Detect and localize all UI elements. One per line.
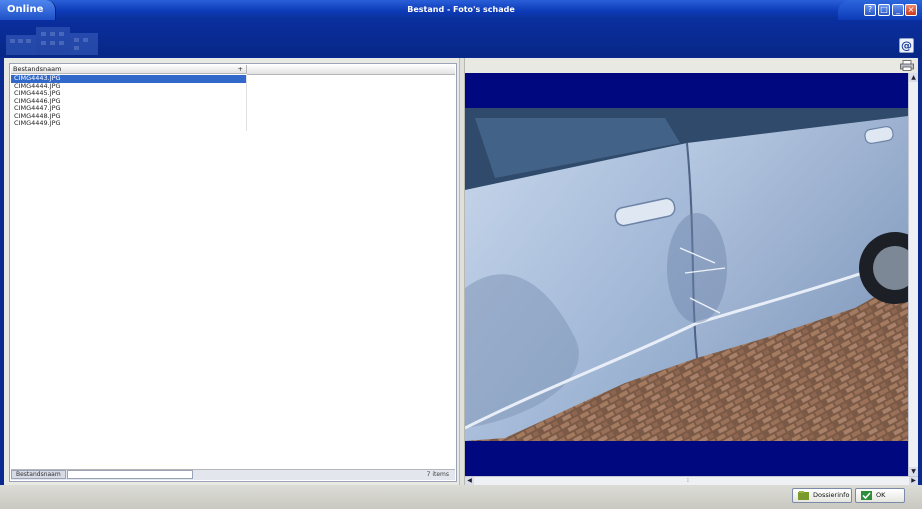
image-viewer[interactable] <box>465 73 908 476</box>
sort-indicator-icon: + <box>237 65 243 73</box>
filter-input[interactable] <box>67 470 193 479</box>
ok-label: OK <box>876 491 886 499</box>
viewer-toolbar <box>465 58 918 72</box>
restore-button[interactable]: □ <box>878 4 890 16</box>
filter-field-label: Bestandsnaam <box>11 470 66 479</box>
scroll-up-icon[interactable]: ▲ <box>909 73 918 82</box>
minimize-button[interactable]: _ <box>892 4 904 16</box>
column-divider <box>246 75 247 131</box>
horizontal-scrollbar[interactable]: ◀ ⁝ ▶ <box>465 476 918 485</box>
app-name-tab[interactable]: Online Pro <box>0 0 56 35</box>
file-list: CIMG4443.JPG CIMG4444.JPG CIMG4445.JPG C… <box>11 74 246 128</box>
damage-photo <box>465 108 908 441</box>
printer-icon[interactable] <box>900 60 914 71</box>
list-footer: Bestandsnaam 7 items <box>11 469 455 480</box>
dossier-info-label: Dossierinfo <box>813 491 850 499</box>
item-count: 7 items <box>426 471 449 478</box>
folder-icon <box>798 491 809 500</box>
scroll-grip-icon[interactable]: ⁝ <box>687 477 689 485</box>
column-header-label: Bestandsnaam <box>13 65 62 73</box>
scroll-right-icon[interactable]: ▶ <box>909 477 918 485</box>
help-button[interactable]: ? <box>864 4 876 16</box>
vertical-scrollbar[interactable]: ▲ ▼ <box>908 73 918 476</box>
email-at-button[interactable]: @ <box>899 38 914 53</box>
window-title: Bestand - Foto's schade <box>407 5 515 14</box>
column-header-filename[interactable]: Bestandsnaam + <box>11 65 247 74</box>
list-item[interactable]: CIMG4449.JPG <box>11 119 246 128</box>
close-button[interactable]: × <box>905 4 917 16</box>
bottom-bar: Dossierinfo OK <box>0 485 922 509</box>
checkmark-icon <box>861 491 872 500</box>
building-logo-icon <box>6 27 98 55</box>
scroll-down-icon[interactable]: ▼ <box>909 467 918 476</box>
file-list-panel: Bestandsnaam + CIMG4443.JPG CIMG4444.JPG… <box>9 63 457 482</box>
column-header-filler <box>247 65 455 75</box>
main-area: Bestandsnaam + CIMG4443.JPG CIMG4444.JPG… <box>4 58 918 485</box>
title-bar: Bestand - Foto's schade Online Pro ? □ _… <box>0 0 922 35</box>
scroll-left-icon[interactable]: ◀ <box>465 477 474 485</box>
header-band <box>0 20 922 57</box>
dossier-info-button[interactable]: Dossierinfo <box>792 488 852 503</box>
ok-button[interactable]: OK <box>855 488 905 503</box>
